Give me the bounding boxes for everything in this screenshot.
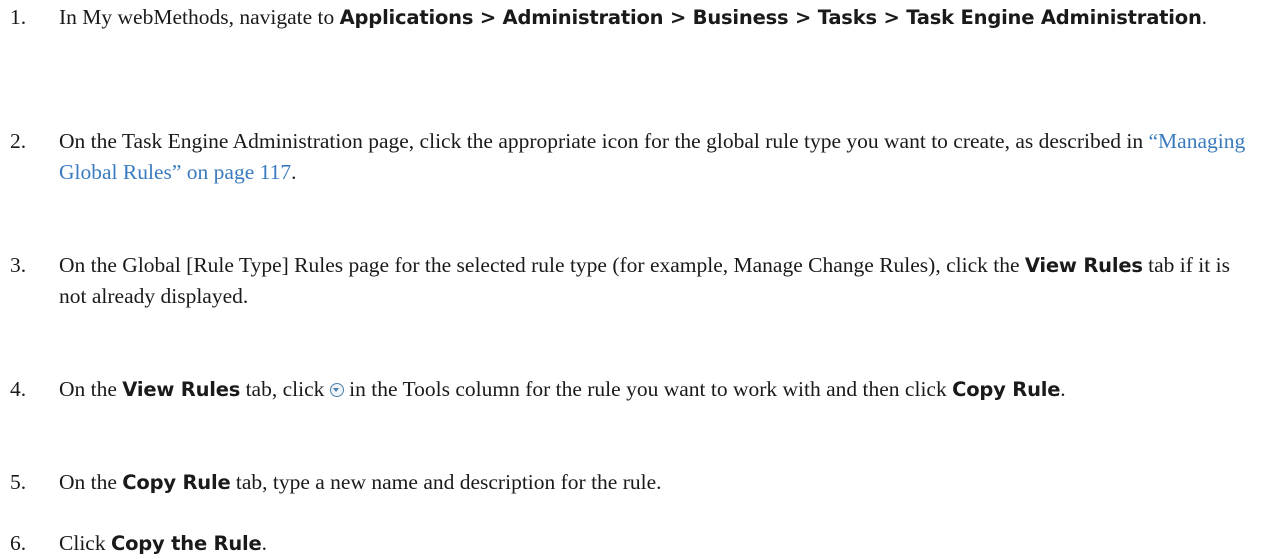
step-text: Click (59, 531, 111, 555)
ui-label: View Rules (122, 378, 241, 401)
step-6: 6. Click Copy the Rule. (10, 528, 1250, 559)
step-4: 4. On the View Rules tab, click in the T… (10, 374, 1250, 405)
step-text-end: . (1201, 5, 1208, 29)
step-text-end: . (261, 531, 267, 555)
step-2: 2. On the Task Engine Administration pag… (10, 126, 1250, 188)
step-text-mid2: in the Tools column for the rule you wan… (343, 377, 953, 401)
procedure-steps: 1. In My webMethods, navigate to Applica… (0, 0, 1264, 558)
step-text-end: . (291, 160, 297, 184)
step-number: 2. (10, 129, 27, 153)
step-text: On the Task Engine Administration page, … (59, 129, 1149, 153)
ui-label: Copy the Rule (110, 532, 262, 555)
step-text: On the (59, 377, 123, 401)
step-number: 1. (10, 5, 27, 29)
step-number: 5. (10, 470, 27, 494)
step-text: In My webMethods, navigate to (59, 5, 340, 29)
step-1: 1. In My webMethods, navigate to Applica… (10, 2, 1250, 33)
step-5: 5. On the Copy Rule tab, type a new name… (10, 467, 1250, 498)
tools-menu-icon (329, 383, 344, 397)
step-text-end: . (1060, 377, 1066, 401)
step-text-mid: tab, click (240, 377, 330, 401)
step-text: On the Global [Rule Type] Rules page for… (59, 253, 1025, 277)
step-text: On the (59, 470, 123, 494)
step-3: 3. On the Global [Rule Type] Rules page … (10, 250, 1250, 312)
ui-label: View Rules (1024, 254, 1143, 277)
ui-label-2: Copy Rule (952, 378, 1061, 401)
step-number: 6. (10, 531, 27, 555)
step-text-end: tab, type a new name and description for… (230, 470, 662, 494)
ui-label: Copy Rule (122, 471, 231, 494)
step-number: 4. (10, 377, 27, 401)
step-number: 3. (10, 253, 27, 277)
menu-path: Applications > Administration > Business… (339, 6, 1202, 29)
